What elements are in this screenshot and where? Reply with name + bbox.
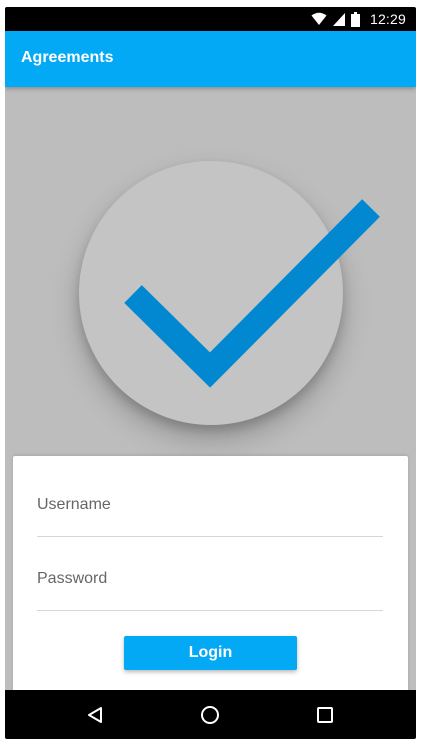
home-icon — [201, 706, 219, 724]
device-screen: 12:29 Agreements Login — [5, 7, 416, 739]
home-button[interactable] — [197, 702, 223, 728]
login-card: Login — [13, 456, 408, 696]
recents-icon — [317, 707, 333, 723]
app-bar: Agreements — [5, 31, 416, 87]
back-icon — [88, 707, 102, 723]
wifi-icon — [311, 12, 327, 25]
status-time: 12:29 — [369, 11, 406, 27]
hero-area — [5, 87, 416, 457]
username-field-container — [37, 490, 383, 537]
username-field[interactable] — [37, 490, 383, 520]
recents-button[interactable] — [312, 702, 338, 728]
status-bar: 12:29 — [5, 7, 416, 31]
login-button[interactable]: Login — [124, 636, 297, 670]
signal-icon — [332, 13, 345, 26]
app-title: Agreements — [21, 49, 114, 66]
password-field-container — [37, 564, 383, 611]
back-button[interactable] — [82, 702, 108, 728]
battery-icon — [350, 11, 360, 27]
password-field[interactable] — [37, 564, 383, 594]
navigation-bar — [5, 690, 416, 739]
checkmark-icon — [124, 199, 380, 388]
status-icons: 12:29 — [311, 10, 406, 28]
